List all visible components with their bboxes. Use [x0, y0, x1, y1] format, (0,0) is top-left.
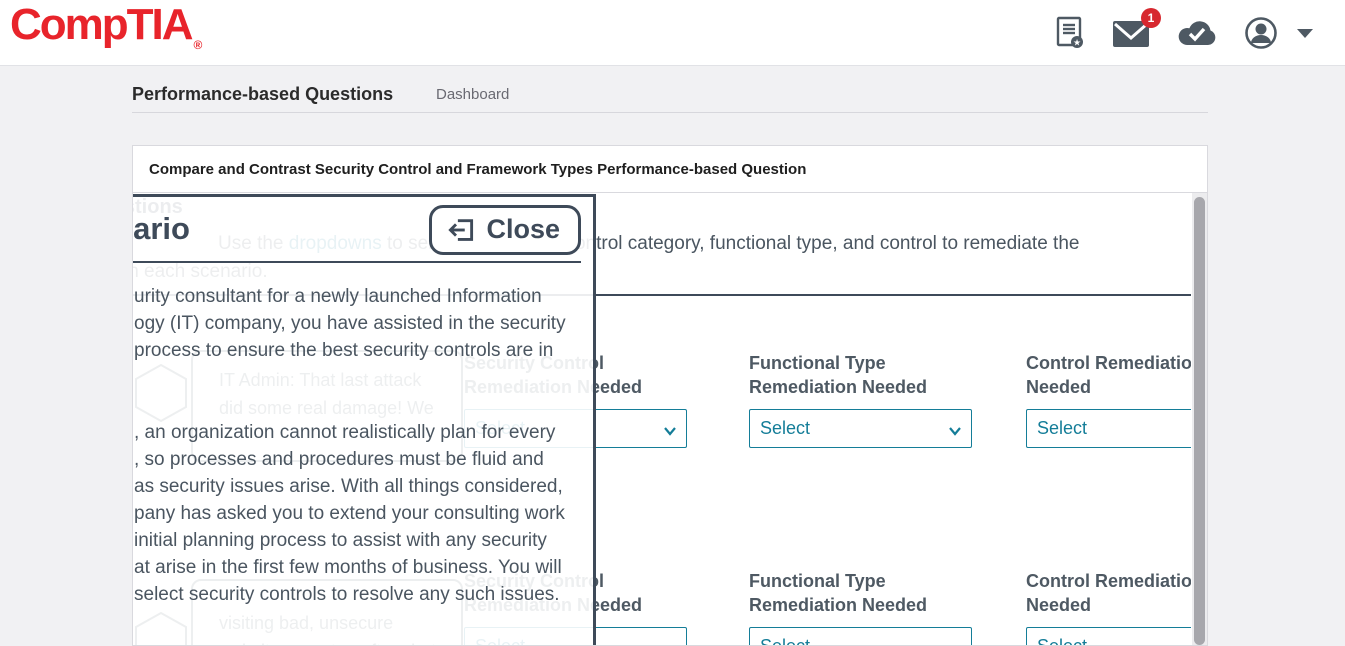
scenario-line: select security controls to resolve any … — [134, 581, 596, 608]
control-select-2[interactable]: Select — [1026, 627, 1191, 645]
breadcrumb-divider — [132, 112, 1208, 113]
document-badge-icon[interactable]: ★ — [1055, 16, 1085, 50]
top-bar-icons: ★ 1 — [1055, 16, 1313, 50]
card-scrollbar[interactable] — [1192, 193, 1207, 645]
modal-divider — [133, 261, 581, 263]
close-label: Close — [486, 214, 560, 245]
comptia-logo: CompTIA® — [10, 0, 200, 50]
control-select-1[interactable]: Select — [1026, 409, 1191, 448]
mail-count-badge: 1 — [1141, 8, 1161, 28]
scenario-line: urity consultant for a newly launched In… — [134, 283, 596, 310]
account-menu-caret-icon[interactable] — [1297, 29, 1313, 38]
label-functional-type-2: Functional TypeRemediation Needed — [749, 569, 1015, 617]
scenario-paragraph-1: urity consultant for a newly launched In… — [134, 283, 596, 364]
registered-mark: ® — [194, 38, 203, 52]
functional-type-select-2[interactable]: Select — [749, 627, 972, 645]
chevron-down-icon — [948, 422, 962, 443]
select-value: Select — [1037, 636, 1087, 645]
label-control-remediation-2: Control RemediationNeeded — [1026, 569, 1191, 617]
label-line: Functional Type — [749, 351, 1015, 375]
chevron-down-icon — [663, 422, 677, 443]
card-body: Questions Use the dropdowns to select th… — [133, 193, 1207, 645]
scenario-line: as security issues arise. With all thing… — [134, 473, 596, 500]
page: CompTIA® ★ 1 — [0, 0, 1345, 646]
label-line: Needed — [1026, 375, 1191, 399]
close-button[interactable]: Close — [429, 205, 581, 255]
top-bar: CompTIA® ★ 1 — [0, 0, 1345, 66]
breadcrumb-dashboard[interactable]: Dashboard — [436, 86, 509, 103]
scenario-line: , so processes and procedures must be fl… — [134, 446, 596, 473]
label-line: Control Remediation — [1026, 351, 1191, 375]
question-card: Compare and Contrast Security Control an… — [132, 145, 1208, 646]
select-value: Select — [1037, 418, 1087, 439]
account-icon[interactable] — [1244, 16, 1278, 50]
select-value: Select — [760, 418, 810, 439]
scenario-line: , an organization cannot realistically p… — [134, 419, 596, 446]
label-line: Needed — [1026, 593, 1191, 617]
card-header: Compare and Contrast Security Control an… — [133, 146, 1207, 193]
scenario-line: initial planning process to assist with … — [134, 527, 596, 554]
label-line: Remediation Needed — [749, 375, 1015, 399]
label-control-remediation-1: Control RemediationNeeded — [1026, 351, 1191, 399]
cloud-check-icon[interactable] — [1177, 18, 1217, 48]
scenario-modal: Scenario Close urity consultant for a ne… — [133, 194, 596, 645]
label-line: Functional Type — [749, 569, 1015, 593]
label-line: Remediation Needed — [749, 593, 1015, 617]
modal-title: Scenario — [133, 211, 190, 247]
card-title: Compare and Contrast Security Control an… — [149, 161, 806, 178]
exit-icon — [446, 215, 476, 245]
label-functional-type-1: Functional TypeRemediation Needed — [749, 351, 1015, 399]
scenario-line: at arise in the first few months of busi… — [134, 554, 596, 581]
scenario-line: ogy (IT) company, you have assisted in t… — [134, 310, 596, 337]
scrollbar-thumb[interactable] — [1194, 197, 1205, 645]
chevron-down-icon — [663, 640, 677, 645]
scenario-paragraph-2: , an organization cannot realistically p… — [134, 419, 596, 608]
functional-type-select-1[interactable]: Select — [749, 409, 972, 448]
scenario-line: process to ensure the best security cont… — [134, 337, 596, 364]
svg-text:★: ★ — [1073, 38, 1081, 48]
select-value: Select — [760, 636, 810, 645]
page-title: Performance-based Questions — [132, 84, 393, 105]
mail-icon[interactable]: 1 — [1112, 18, 1150, 48]
logo-text: CompTIA — [10, 0, 192, 49]
scenario-line: pany has asked you to extend your consul… — [134, 500, 596, 527]
label-line: Control Remediation — [1026, 569, 1191, 593]
chevron-down-icon — [948, 640, 962, 645]
